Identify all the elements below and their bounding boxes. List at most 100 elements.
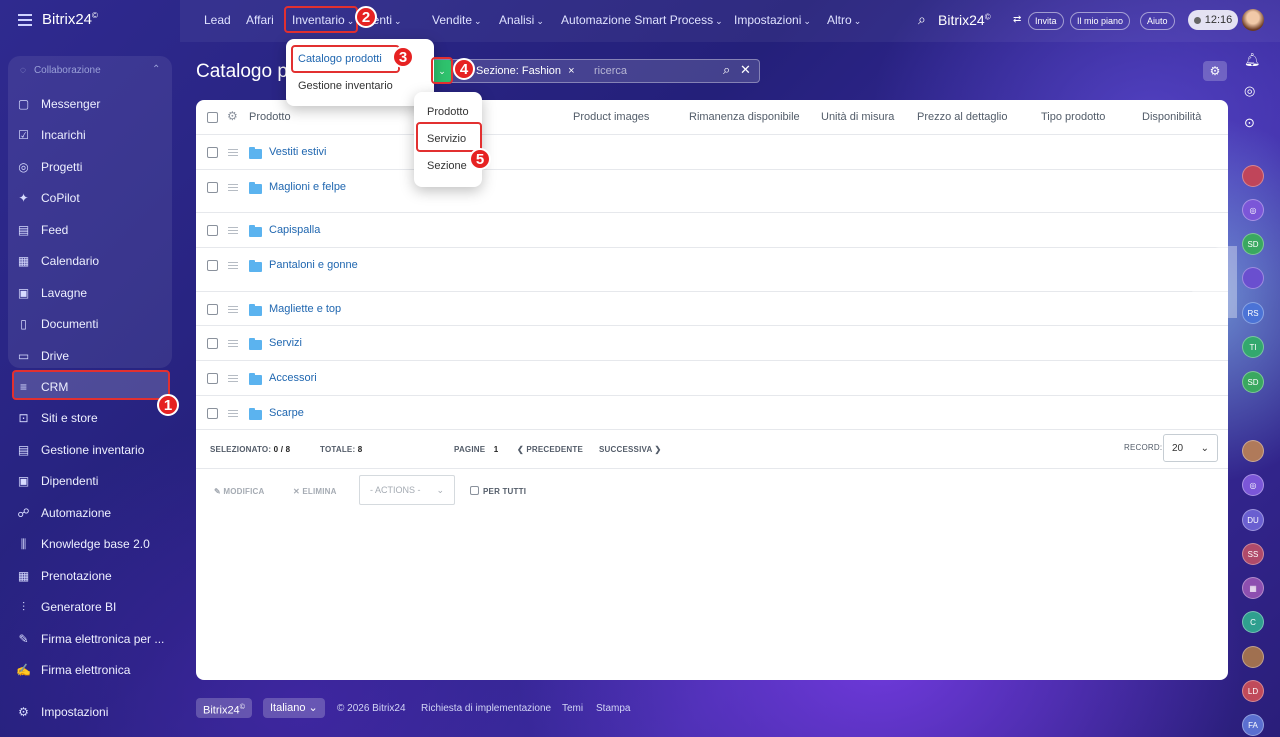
drag-handle-icon[interactable]: [228, 410, 238, 417]
chat-avatar-8[interactable]: ◎: [1242, 474, 1264, 496]
sidebar-item-4[interactable]: ▤ Feed: [16, 220, 69, 240]
footer-link-print[interactable]: Stampa: [596, 703, 630, 714]
grid-settings-icon[interactable]: ⚙: [227, 109, 238, 123]
prev-page-link[interactable]: ❮ PRECEDENTE: [517, 445, 583, 454]
drag-handle-icon[interactable]: [228, 227, 238, 234]
drag-handle-icon[interactable]: [228, 149, 238, 156]
column-header-2[interactable]: Rimanenza disponibile: [689, 111, 800, 123]
language-select[interactable]: Italiano ⌄: [263, 698, 325, 718]
topnav-item-4[interactable]: Vendite ⌄: [432, 13, 482, 27]
sidebar-item-13[interactable]: ☍ Automazione: [16, 503, 111, 523]
actions-select[interactable]: - ACTIONS - ⌄: [359, 475, 455, 505]
topnav-item-6[interactable]: Automazione Smart Process ⌄: [561, 13, 723, 27]
row-label[interactable]: Capispalla: [269, 224, 320, 236]
row-label[interactable]: Magliette e top: [269, 303, 341, 315]
row-checkbox[interactable]: [207, 408, 218, 419]
menu-item-service[interactable]: Servizio: [427, 133, 466, 145]
footer-link-implementation[interactable]: Richiesta di implementazione: [421, 703, 551, 714]
clear-icon[interactable]: ✕: [740, 62, 751, 78]
drag-handle-icon[interactable]: [228, 340, 238, 347]
menu-item-product-catalog[interactable]: Catalogo prodotti: [298, 53, 382, 65]
chat-avatar-10[interactable]: SS: [1242, 543, 1264, 565]
next-page-link[interactable]: SUCCESSIVA ❯: [599, 445, 661, 454]
table-row[interactable]: Pantaloni e gonne: [196, 247, 1228, 291]
invite-button[interactable]: Invita: [1028, 12, 1064, 30]
chat-avatar-7[interactable]: [1242, 440, 1264, 462]
sidebar-item-8[interactable]: ▭ Drive: [16, 346, 69, 366]
table-row[interactable]: Scarpe: [196, 395, 1228, 429]
sidebar-item-settings[interactable]: ⚙ Impostazioni: [16, 702, 108, 722]
row-checkbox[interactable]: [207, 304, 218, 315]
chat-avatar-13[interactable]: [1242, 646, 1264, 668]
menu-item-section[interactable]: Sezione: [427, 160, 467, 172]
column-header-3[interactable]: Unità di misura: [821, 111, 894, 123]
copilot-circle-icon[interactable]: ◎: [1244, 83, 1255, 99]
sidebar-item-15[interactable]: ▦ Prenotazione: [16, 566, 112, 586]
chat-avatar-0[interactable]: [1242, 165, 1264, 187]
chat-avatar-4[interactable]: RS: [1242, 302, 1264, 324]
chat-avatar-1[interactable]: ◎: [1242, 199, 1264, 221]
drag-handle-icon[interactable]: [228, 262, 238, 269]
chevron-up-icon[interactable]: ⌃: [152, 64, 160, 75]
row-label[interactable]: Servizi: [269, 337, 302, 349]
sidebar-item-10[interactable]: ⊡ Siti e store: [16, 408, 97, 428]
menu-item-inventory-management[interactable]: Gestione inventario: [298, 80, 393, 92]
my-plan-button[interactable]: Il mio piano: [1070, 12, 1131, 30]
row-label[interactable]: Scarpe: [269, 407, 304, 419]
sidebar-item-9[interactable]: ≡ CRM: [16, 377, 68, 397]
chat-avatar-2[interactable]: SD: [1242, 233, 1264, 255]
chat-avatar-6[interactable]: SD: [1242, 371, 1264, 393]
search-icon[interactable]: ⌕: [723, 62, 730, 78]
close-icon[interactable]: ×: [568, 65, 574, 77]
column-header-0[interactable]: Prodotto: [249, 111, 291, 123]
user-avatar[interactable]: [1242, 9, 1264, 31]
bell-icon[interactable]: 🔔︎: [1244, 52, 1261, 68]
table-row[interactable]: Vestiti estivi: [196, 134, 1228, 169]
search-input[interactable]: ricerca: [594, 65, 627, 77]
column-header-4[interactable]: Prezzo al dettaglio: [917, 111, 1008, 123]
topnav-item-7[interactable]: Impostazioni ⌄: [734, 13, 811, 27]
row-label[interactable]: Accessori: [269, 372, 317, 384]
chat-avatar-5[interactable]: TI: [1242, 336, 1264, 358]
topnav-item-1[interactable]: Affari: [246, 13, 274, 27]
topnav-item-0[interactable]: Lead: [204, 13, 231, 27]
drag-handle-icon[interactable]: [228, 306, 238, 313]
delete-button[interactable]: ✕ ELIMINA: [293, 487, 337, 496]
collaboration-header[interactable]: ◌ Collaborazione: [20, 65, 101, 76]
sidebar-item-17[interactable]: ✎ Firma elettronica per ...: [16, 629, 164, 649]
chat-avatar-15[interactable]: FA: [1242, 714, 1264, 736]
chat-avatar-12[interactable]: C: [1242, 611, 1264, 633]
row-checkbox[interactable]: [207, 260, 218, 271]
footer-link-themes[interactable]: Temi: [562, 703, 583, 714]
table-row[interactable]: Servizi: [196, 325, 1228, 360]
edit-button[interactable]: ✎ MODIFICA: [214, 487, 264, 496]
sidebar-item-18[interactable]: ✍ Firma elettronica: [16, 660, 130, 680]
chat-avatar-14[interactable]: LD: [1242, 680, 1264, 702]
chat-avatar-3[interactable]: [1242, 267, 1264, 289]
column-header-5[interactable]: Tipo prodotto: [1041, 111, 1105, 123]
footer-brand[interactable]: Bitrix24©: [196, 698, 252, 718]
sidebar-item-12[interactable]: ▣ Dipendenti: [16, 471, 99, 491]
row-label[interactable]: Vestiti estivi: [269, 146, 326, 158]
sidebar-item-2[interactable]: ◎ Progetti: [16, 157, 82, 177]
chat-search-icon[interactable]: ⊙: [1244, 115, 1255, 131]
table-row[interactable]: Accessori: [196, 360, 1228, 395]
sidebar-item-0[interactable]: ▢ Messenger: [16, 94, 101, 114]
row-checkbox[interactable]: [207, 338, 218, 349]
column-header-1[interactable]: Product images: [573, 111, 649, 123]
table-row[interactable]: Magliette e top: [196, 291, 1228, 325]
search-icon[interactable]: ⌕: [918, 11, 926, 28]
menu-icon[interactable]: [18, 14, 32, 26]
row-label[interactable]: Pantaloni e gonne: [269, 259, 358, 271]
sidebar-item-14[interactable]: ⫼ Knowledge base 2.0: [16, 534, 150, 554]
sidebar-item-11[interactable]: ▤ Gestione inventario: [16, 440, 145, 460]
sidebar-item-3[interactable]: ✦ CoPilot: [16, 188, 79, 208]
row-label[interactable]: Maglioni e felpe: [269, 181, 346, 193]
time-widget[interactable]: 12:16: [1188, 10, 1238, 30]
sidebar-item-7[interactable]: ▯ Documenti: [16, 314, 98, 334]
table-row[interactable]: Maglioni e felpe: [196, 169, 1228, 212]
filter-chip[interactable]: Sezione: Fashion ×: [476, 65, 575, 77]
row-checkbox[interactable]: [207, 225, 218, 236]
row-checkbox[interactable]: [207, 373, 218, 384]
settings-button[interactable]: ⚙: [1203, 61, 1227, 81]
